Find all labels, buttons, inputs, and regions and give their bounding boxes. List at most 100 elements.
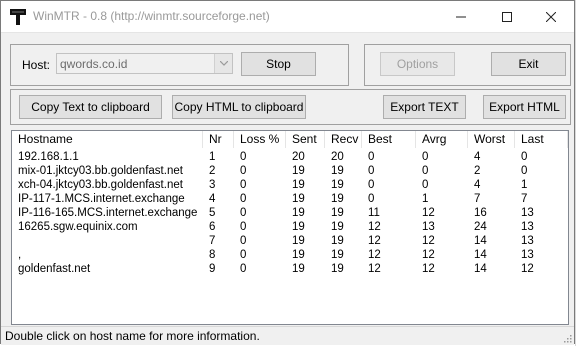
table-cell: 19 xyxy=(292,165,305,177)
exit-button[interactable]: Exit xyxy=(491,52,566,76)
table-cell: 3 xyxy=(209,179,216,191)
hostname-cell xyxy=(12,234,203,248)
export-text-button[interactable]: Export TEXT xyxy=(383,95,466,119)
table-cell: 6 xyxy=(209,221,216,233)
table-cell: 19 xyxy=(331,235,344,247)
status-bar: Double click on host name for more infor… xyxy=(1,326,574,345)
winmtr-window: WinMTR - 0.8 (http://winmtr.sourceforge.… xyxy=(0,0,575,345)
table-row[interactable]: 16265.sgw.equinix.com 6 0 19 19 12 13 24 13 xyxy=(12,220,568,234)
column-header[interactable]: Avrg xyxy=(416,131,468,148)
table-cell: 1 xyxy=(422,193,429,205)
table-cell: 0 xyxy=(240,151,247,163)
table-cell: 13 xyxy=(521,249,534,261)
column-header[interactable]: Sent xyxy=(286,131,325,148)
results-table[interactable]: Hostname Nr Loss % Sent Recv Best Avrg Worst Las… xyxy=(11,130,569,325)
table-cell: 7 xyxy=(521,193,528,205)
hostname-cell: IP-116-165.MCS.internet.exchange xyxy=(18,207,198,219)
table-cell: 19 xyxy=(292,179,305,191)
table-cell: 0 xyxy=(240,249,247,261)
table-row[interactable]: xch-04.jktcy03.bb.goldenfast.net 3 0 19 19 0 0… xyxy=(12,178,568,192)
table-cell: 1 xyxy=(521,179,528,191)
table-cell: 4 xyxy=(474,179,481,191)
hostname-cell: 192.168.1.1 xyxy=(18,151,79,163)
close-icon xyxy=(546,11,556,22)
table-cell: 19 xyxy=(292,263,305,275)
title-bar[interactable]: WinMTR - 0.8 (http://winmtr.sourceforge.… xyxy=(1,1,574,33)
table-cell: 19 xyxy=(331,193,344,205)
table-row[interactable]: , 8 0 19 19 12 12 14 13 xyxy=(12,248,568,262)
minimize-button[interactable] xyxy=(438,1,484,32)
hostname-cell: goldenfast.net xyxy=(18,263,91,275)
combo-dropdown-button[interactable] xyxy=(214,54,232,73)
stop-button[interactable]: Stop xyxy=(241,52,316,76)
copy-html-button[interactable]: Copy HTML to clipboard xyxy=(172,95,306,119)
table-cell: 9 xyxy=(209,263,216,275)
table-cell: 20 xyxy=(331,151,344,163)
status-text: Double click on host name for more infor… xyxy=(5,329,260,343)
host-combobox[interactable]: qwords.co.id xyxy=(56,53,233,74)
table-cell: 0 xyxy=(368,193,375,205)
table-cell: 13 xyxy=(521,235,534,247)
column-header[interactable]: Hostname xyxy=(12,131,203,148)
table-cell: 0 xyxy=(240,235,247,247)
column-header[interactable]: Loss % xyxy=(234,131,286,148)
table-cell: 0 xyxy=(240,263,247,275)
table-cell: 12 xyxy=(422,263,435,275)
maximize-icon xyxy=(502,11,512,22)
column-header[interactable]: Worst xyxy=(468,131,515,148)
table-cell: 8 xyxy=(209,249,216,261)
table-cell: 2 xyxy=(209,165,216,177)
table-cell: 7 xyxy=(209,235,216,247)
table-cell: 19 xyxy=(331,263,344,275)
table-cell: 0 xyxy=(422,179,429,191)
table-cell: 0 xyxy=(240,207,247,219)
table-cell: 0 xyxy=(422,151,429,163)
table-header: Hostname Nr Loss % Sent Recv Best Avrg Worst Las… xyxy=(12,131,568,148)
table-row[interactable]: mix-01.jktcy03.bb.goldenfast.net 2 0 19 19 0 0… xyxy=(12,164,568,178)
background-page xyxy=(575,0,587,346)
table-cell: 19 xyxy=(292,249,305,261)
table-cell: 0 xyxy=(240,221,247,233)
table-row[interactable]: 7 0 19 19 12 12 14 13 xyxy=(12,234,568,248)
table-cell: 2 xyxy=(474,165,481,177)
table-cell: 19 xyxy=(331,179,344,191)
hostname-cell: mix-01.jktcy03.bb.goldenfast.net xyxy=(18,165,183,177)
table-cell: 13 xyxy=(521,221,534,233)
column-header[interactable]: Recv xyxy=(325,131,362,148)
export-html-button[interactable]: Export HTML xyxy=(483,95,566,119)
column-header[interactable]: Nr xyxy=(203,131,234,148)
window-title: WinMTR - 0.8 (http://winmtr.sourceforge.… xyxy=(33,9,270,23)
table-cell: 12 xyxy=(368,235,381,247)
column-header[interactable]: Last xyxy=(515,131,568,148)
table-cell: 12 xyxy=(368,221,381,233)
table-cell: 19 xyxy=(331,207,344,219)
minimize-icon xyxy=(456,16,466,17)
table-cell: 12 xyxy=(422,207,435,219)
table-cell: 0 xyxy=(368,165,375,177)
table-cell: 13 xyxy=(521,207,534,219)
table-cell: 0 xyxy=(240,165,247,177)
copy-text-button[interactable]: Copy Text to clipboard xyxy=(19,95,162,119)
table-cell: 11 xyxy=(368,207,380,219)
table-cell: 14 xyxy=(474,235,487,247)
table-row[interactable]: IP-116-165.MCS.internet.exchange 5 0 19 19 11… xyxy=(12,206,568,220)
table-cell: 14 xyxy=(474,249,487,261)
resize-grip-icon[interactable] xyxy=(562,333,572,343)
table-cell: 0 xyxy=(521,151,528,163)
table-row[interactable]: IP-117-1.MCS.internet.exchange 4 0 19 19 0 1 7 7 xyxy=(12,192,568,206)
column-header[interactable]: Best xyxy=(362,131,416,148)
maximize-button[interactable] xyxy=(484,1,530,32)
table-cell: 0 xyxy=(240,193,247,205)
table-cell: 0 xyxy=(368,179,375,191)
table-cell: 20 xyxy=(292,151,305,163)
table-cell: 4 xyxy=(474,151,481,163)
table-cell: 0 xyxy=(240,179,247,191)
table-row[interactable]: goldenfast.net 9 0 19 19 12 12 14 12 xyxy=(12,262,568,276)
options-button[interactable]: Options xyxy=(380,52,455,76)
table-cell: 19 xyxy=(292,193,305,205)
table-row[interactable]: 192.168.1.1 1 0 20 20 0 0 4 0 xyxy=(12,150,568,164)
hostname-cell: IP-117-1.MCS.internet.exchange xyxy=(18,193,185,205)
close-button[interactable] xyxy=(528,1,574,32)
table-cell: 12 xyxy=(422,235,435,247)
table-cell: 12 xyxy=(521,263,534,275)
